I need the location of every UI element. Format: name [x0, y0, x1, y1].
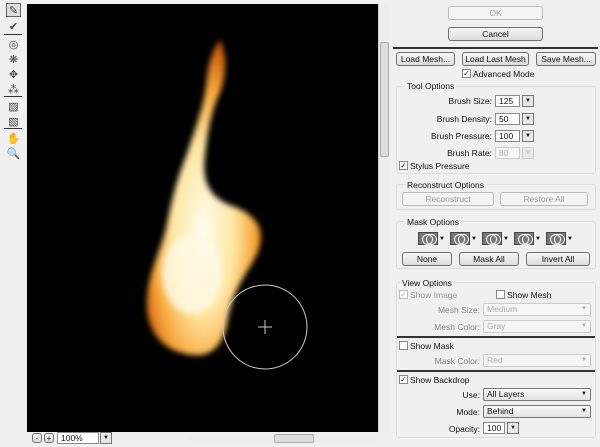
- brush-rate-field[interactable]: 80: [495, 147, 520, 159]
- brush-size-label: Brush Size:: [448, 96, 492, 106]
- tools-panel: ✎ ✔ ◎ ❋ ✥ ⁂ ▨ ▧ ✋ 🔍: [0, 0, 26, 447]
- mode-label: Mode:: [456, 407, 480, 417]
- intersect-with-selection-mask-button[interactable]: ▼: [514, 232, 542, 245]
- scroll-thumb[interactable]: [380, 42, 389, 157]
- restore-all-button[interactable]: Restore All: [500, 192, 588, 206]
- mode-select[interactable]: Behind ▼: [483, 405, 591, 418]
- replace-selection-mask-button[interactable]: ▼: [418, 232, 446, 245]
- brush-density-dropdown[interactable]: ▼: [522, 113, 534, 125]
- mesh-size-label: Mesh Size:: [437, 305, 480, 315]
- use-select[interactable]: All Layers ▼: [483, 388, 591, 401]
- brush-pressure-label: Brush Pressure:: [431, 131, 492, 141]
- show-backdrop-label: Show Backdrop: [410, 375, 470, 385]
- mesh-color-select[interactable]: Gray ▼: [483, 320, 591, 333]
- show-mesh-label: Show Mesh: [507, 290, 552, 300]
- show-mask-label: Show Mask: [410, 341, 454, 351]
- brush-pressure-dropdown[interactable]: ▼: [522, 130, 534, 142]
- mesh-size-select[interactable]: Medium ▼: [483, 303, 591, 316]
- zoom-dropdown[interactable]: ▼: [100, 432, 112, 444]
- mask-color-select[interactable]: Red ▼: [483, 354, 591, 367]
- divider: [397, 336, 595, 338]
- zoom-tool-icon[interactable]: 🔍: [6, 146, 21, 160]
- zoom-level-field[interactable]: 100%: [57, 432, 99, 444]
- brush-size-dropdown[interactable]: ▼: [522, 95, 534, 107]
- brush-rate-dropdown[interactable]: ▼: [522, 147, 534, 159]
- opacity-field[interactable]: 100: [483, 422, 505, 434]
- add-to-selection-mask-button[interactable]: ▼: [450, 232, 478, 245]
- preview-canvas[interactable]: [27, 4, 378, 432]
- mesh-color-label: Mesh Color:: [434, 322, 480, 332]
- use-label: Use:: [462, 390, 480, 400]
- invert-all-button[interactable]: Invert All: [526, 252, 590, 266]
- divider: [4, 96, 22, 97]
- hand-tool-icon[interactable]: ✋: [6, 131, 21, 145]
- save-mesh-button[interactable]: Save Mesh...: [536, 52, 596, 66]
- reconstruct-tool-icon[interactable]: ✔: [6, 19, 21, 33]
- bloat-tool-icon[interactable]: ✥: [6, 67, 21, 81]
- push-left-tool-icon[interactable]: ⁂: [6, 82, 21, 96]
- divider: [4, 34, 22, 35]
- subtract-from-selection-mask-button[interactable]: ▼: [482, 232, 510, 245]
- brush-density-label: Brush Density:: [436, 114, 492, 124]
- stylus-pressure-checkbox[interactable]: ✓: [399, 161, 408, 170]
- mode-value: Behind: [487, 406, 514, 416]
- zoom-out-button[interactable]: -: [32, 433, 42, 443]
- pucker-tool-icon[interactable]: ❋: [6, 52, 21, 66]
- scroll-thumb[interactable]: [274, 434, 314, 443]
- advanced-mode-checkbox[interactable]: ✓: [462, 69, 471, 78]
- mask-color-label: Mask Color:: [434, 356, 480, 366]
- chevron-down-icon: ▼: [581, 306, 587, 312]
- opacity-label: Opacity:: [448, 424, 480, 434]
- vertical-scrollbar[interactable]: [378, 4, 390, 432]
- stylus-pressure-label: Stylus Pressure: [410, 161, 470, 171]
- show-backdrop-checkbox[interactable]: ✓: [399, 375, 408, 384]
- mask-intersect-icon: [514, 232, 534, 245]
- mask-replace-icon: [418, 232, 438, 245]
- use-value: All Layers: [487, 389, 525, 399]
- advanced-mode-label: Advanced Mode: [473, 69, 535, 79]
- reconstruct-options-title: Reconstruct Options: [405, 180, 487, 190]
- show-mesh-checkbox[interactable]: [496, 290, 505, 299]
- freeze-mask-tool-icon[interactable]: ▨: [6, 99, 21, 113]
- mesh-size-value: Medium: [487, 304, 518, 314]
- reconstruct-button[interactable]: Reconstruct: [402, 192, 494, 206]
- show-image-checkbox[interactable]: ✓: [399, 290, 408, 299]
- horizontal-scrollbar[interactable]: [187, 434, 377, 443]
- mask-color-value: Red: [487, 355, 503, 365]
- flame-image: [146, 40, 308, 370]
- mask-options-title: Mask Options: [405, 217, 461, 227]
- mask-subtract-icon: [482, 232, 502, 245]
- divider: [397, 370, 595, 372]
- status-bar: - + 100% ▼: [27, 432, 390, 447]
- divider: [393, 47, 598, 49]
- mask-all-button[interactable]: Mask All: [459, 252, 519, 266]
- opacity-dropdown[interactable]: ▼: [507, 422, 519, 434]
- none-button[interactable]: None: [402, 252, 452, 266]
- load-last-mesh-button[interactable]: Load Last Mesh: [462, 52, 529, 66]
- chevron-down-icon: ▼: [581, 408, 587, 414]
- brush-size-field[interactable]: 125: [495, 95, 520, 107]
- chevron-down-icon: ▼: [581, 357, 587, 363]
- cancel-button[interactable]: Cancel: [448, 27, 543, 41]
- show-mask-checkbox[interactable]: [399, 341, 408, 350]
- brush-pressure-field[interactable]: 100: [495, 130, 520, 142]
- chevron-down-icon: ▼: [581, 323, 587, 329]
- view-options-title: View Options: [400, 278, 454, 288]
- invert-selection-mask-button[interactable]: ▼: [546, 232, 574, 245]
- tool-options-title: Tool Options: [405, 81, 457, 91]
- twirl-tool-icon[interactable]: ◎: [6, 37, 21, 51]
- forward-warp-tool-icon[interactable]: ✎: [6, 3, 21, 17]
- chevron-down-icon: ▼: [581, 391, 587, 397]
- mask-invert-icon: [546, 232, 566, 245]
- load-mesh-button[interactable]: Load Mesh...: [396, 52, 455, 66]
- show-image-label: Show Image: [410, 290, 458, 300]
- thaw-mask-tool-icon[interactable]: ▧: [6, 114, 21, 128]
- brush-rate-label: Brush Rate:: [447, 148, 492, 158]
- brush-density-field[interactable]: 50: [495, 113, 520, 125]
- mask-add-icon: [450, 232, 470, 245]
- mesh-color-value: Gray: [487, 321, 506, 331]
- ok-button[interactable]: OK: [448, 6, 543, 20]
- zoom-in-button[interactable]: +: [44, 433, 54, 443]
- divider: [4, 128, 22, 129]
